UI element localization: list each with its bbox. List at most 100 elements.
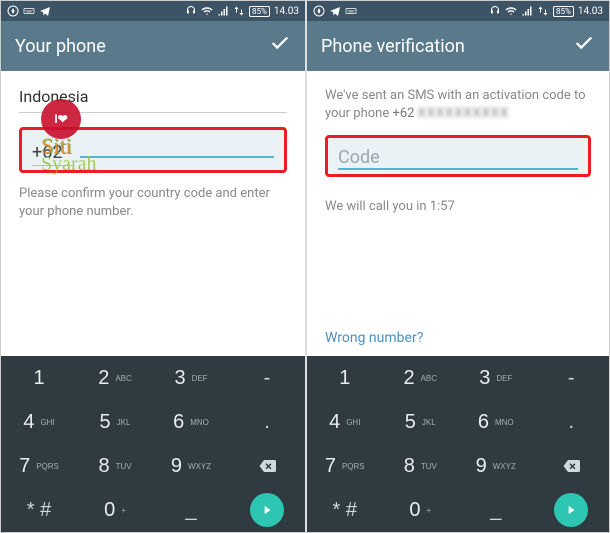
sms-phone-hidden: XXXXXXXXXX: [418, 106, 510, 121]
data-icon: [537, 5, 549, 17]
country-code-input[interactable]: +62: [32, 142, 72, 166]
keyboard-icon: [345, 5, 357, 17]
key-digit: 2: [403, 367, 414, 390]
key-3[interactable]: 3DEF: [153, 356, 229, 400]
wifi-icon: [201, 5, 213, 17]
key-5[interactable]: 5JKL: [77, 400, 153, 444]
telegram-icon: [39, 5, 51, 17]
key-1[interactable]: 1: [307, 356, 383, 400]
key-digit: 8: [98, 455, 109, 478]
key-0[interactable]: 0+: [383, 488, 459, 532]
status-bar: 85% 14.03: [307, 1, 609, 21]
key-4[interactable]: 4GHI: [307, 400, 383, 444]
key-digit: _: [490, 499, 501, 522]
go-icon: [250, 493, 284, 527]
signal-icon: [521, 5, 533, 17]
key-7[interactable]: 7PQRS: [1, 444, 77, 488]
telegram-icon: [329, 5, 341, 17]
key-digit: 1: [339, 367, 350, 390]
key-digit: 6: [173, 411, 184, 434]
key-digit: 7: [19, 455, 30, 478]
key-digit: 1: [33, 367, 44, 390]
page-title: Your phone: [15, 36, 106, 57]
key-3[interactable]: 3 DEF: [458, 356, 534, 400]
key-[interactable]: .: [534, 400, 610, 444]
key-[interactable]: * #: [1, 488, 77, 532]
key-digit: .: [568, 411, 574, 434]
key-[interactable]: * #: [307, 488, 383, 532]
dual-screenshot: 85% 14.03 Your phone Indonesia +62 Pleas…: [0, 0, 610, 533]
key-[interactable]: .: [229, 400, 305, 444]
key-digit: 5: [100, 411, 111, 434]
country-selector[interactable]: Indonesia: [19, 87, 287, 113]
key-1[interactable]: 1: [1, 356, 77, 400]
backspace-icon: [559, 457, 583, 475]
status-right: 85% 14.03: [185, 5, 299, 17]
backspace-icon: [255, 457, 279, 475]
key-4[interactable]: 4GHI: [1, 400, 77, 444]
key-5[interactable]: 5JKL: [383, 400, 459, 444]
headset-icon: [185, 5, 197, 17]
key-digit: 9: [476, 455, 487, 478]
key-digit: 5: [405, 411, 416, 434]
key-[interactable]: _: [458, 488, 534, 532]
key-7[interactable]: 7PQRS: [307, 444, 383, 488]
key-8[interactable]: 8TUV: [383, 444, 459, 488]
wifi-icon: [505, 5, 517, 17]
header: Phone verification: [307, 21, 609, 71]
key-[interactable]: -: [229, 356, 305, 400]
wrong-number-link[interactable]: Wrong number?: [325, 330, 423, 346]
key-letters: WXYZ: [188, 462, 211, 471]
status-left: [7, 5, 51, 17]
key-go[interactable]: [534, 488, 610, 532]
status-right: 85% 14.03: [489, 5, 603, 17]
key-digit: .: [264, 411, 270, 434]
phone-number-input[interactable]: [80, 138, 274, 158]
content-area: We've sent an SMS with an activation cod…: [307, 71, 609, 356]
key-0[interactable]: 0+: [77, 488, 153, 532]
key-letters: ABC: [115, 374, 131, 383]
key-6[interactable]: 6 MNO: [458, 400, 534, 444]
phone-input-row: +62: [19, 127, 287, 173]
confirm-button[interactable]: [573, 32, 595, 60]
key-go[interactable]: [229, 488, 305, 532]
key-2[interactable]: 2 ABC: [77, 356, 153, 400]
key-digit: 3: [479, 367, 490, 390]
key-digit: 6: [478, 411, 489, 434]
key-[interactable]: _: [153, 488, 229, 532]
key-letters: PQRS: [342, 462, 365, 471]
status-time: 14.03: [578, 6, 603, 17]
battery-icon: 85%: [249, 6, 270, 17]
key-9[interactable]: 9WXYZ: [458, 444, 534, 488]
code-input[interactable]: Code: [338, 146, 578, 170]
key-digit: 0: [409, 499, 420, 522]
key-digit: 2: [98, 367, 109, 390]
call-countdown: We will call you in 1:57: [325, 199, 591, 214]
key-backspace[interactable]: [534, 444, 610, 488]
key-6[interactable]: 6MNO: [153, 400, 229, 444]
go-icon: [554, 493, 588, 527]
header: Your phone: [1, 21, 305, 71]
key-2[interactable]: 2ABC: [383, 356, 459, 400]
code-placeholder: Code: [338, 147, 380, 168]
key-digit: * #: [333, 499, 357, 522]
status-bar: 85% 14.03: [1, 1, 305, 21]
key-digit: 4: [329, 411, 340, 434]
key-letters: +: [426, 506, 431, 515]
key-letters: DEF: [496, 374, 512, 383]
check-icon: [573, 32, 595, 54]
key-8[interactable]: 8TUV: [77, 444, 153, 488]
sms-phone-cc: +62: [392, 106, 414, 121]
key-digit: _: [185, 499, 196, 522]
key-letters: MNO: [495, 418, 514, 427]
key-9[interactable]: 9WXYZ: [153, 444, 229, 488]
compass-icon: [7, 5, 19, 17]
key-backspace[interactable]: [229, 444, 305, 488]
confirm-button[interactable]: [269, 32, 291, 60]
key-[interactable]: -: [534, 356, 610, 400]
key-digit: -: [568, 367, 575, 390]
compass-icon: [313, 5, 325, 17]
headset-icon: [489, 5, 501, 17]
screen-your-phone: 85% 14.03 Your phone Indonesia +62 Pleas…: [1, 1, 305, 532]
battery-icon: 85%: [553, 6, 574, 17]
